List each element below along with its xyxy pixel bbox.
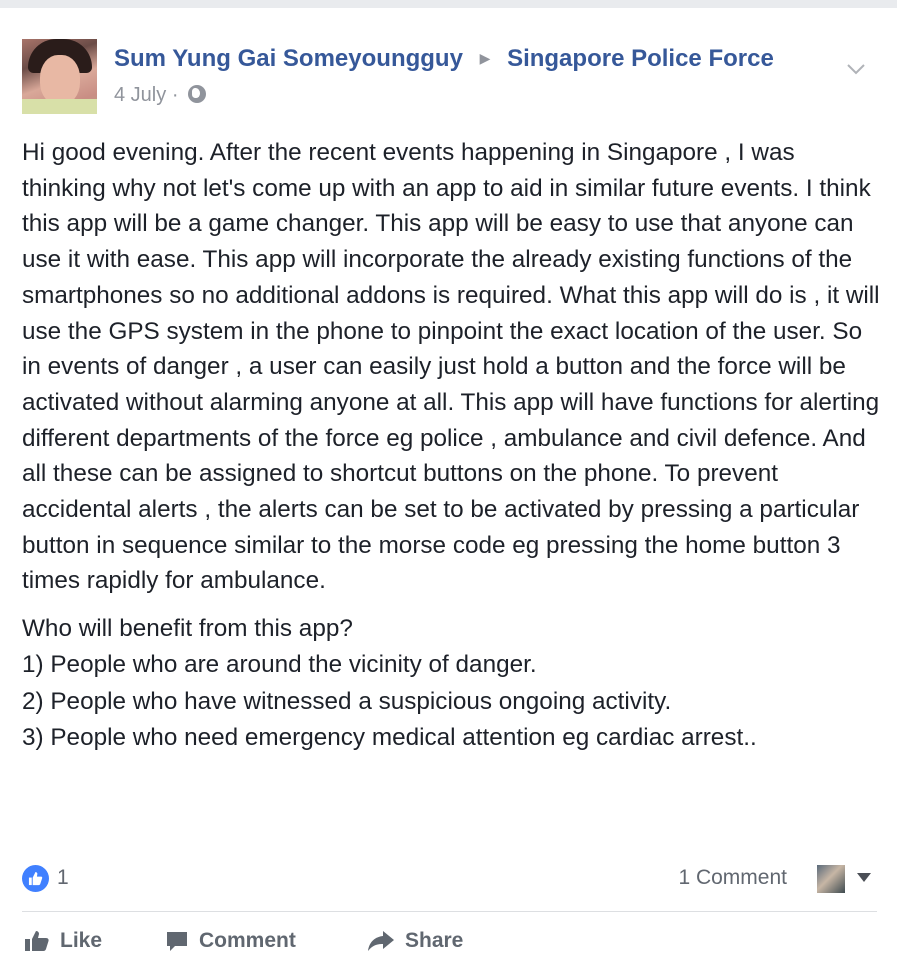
post-point: 1) People who are around the vicinity of… <box>22 651 537 679</box>
post-header: Sum Yung Gai Someyoungguy ▶ Singapore Po… <box>22 32 882 114</box>
avatar-shirt <box>22 99 97 114</box>
avatar-face <box>40 55 80 105</box>
like-count[interactable]: 1 <box>57 866 69 890</box>
like-label: Like <box>60 929 103 952</box>
like-button[interactable]: Like <box>24 923 102 959</box>
post-meta: 4 July · <box>114 83 207 107</box>
thumbs-up-icon <box>25 931 49 951</box>
share-label: Share <box>405 929 464 952</box>
share-arrow-icon <box>368 931 394 951</box>
post-actions: Like Comment Share <box>22 923 877 959</box>
globe-icon <box>188 85 207 103</box>
author-avatar[interactable] <box>22 39 97 114</box>
comment-count-link[interactable]: 1 Comment <box>678 866 787 890</box>
speech-bubble-icon <box>167 932 187 951</box>
post-card: Sum Yung Gai Someyoungguy ▶ Singapore Po… <box>0 0 897 960</box>
caret-down-icon[interactable] <box>857 873 871 882</box>
post-question: Who will benefit from this app? <box>22 615 353 643</box>
post-point: 2) People who have witnessed a suspiciou… <box>22 687 672 715</box>
target-page-link[interactable]: Singapore Police Force <box>507 45 774 72</box>
chevron-down-icon[interactable] <box>846 62 866 76</box>
right-triangle-icon: ▶ <box>479 50 491 66</box>
post-body: Hi good evening. After the recent events… <box>22 135 882 768</box>
like-badge-icon[interactable] <box>22 865 49 892</box>
post-names: Sum Yung Gai Someyoungguy ▶ Singapore Po… <box>114 45 774 73</box>
post-date-link[interactable]: 4 July <box>114 84 166 106</box>
meta-separator: · <box>171 84 179 106</box>
share-button[interactable]: Share <box>367 923 463 959</box>
post-stats: 1 1 Comment <box>22 863 877 895</box>
divider <box>22 911 877 912</box>
comment-button[interactable]: Comment <box>165 923 296 959</box>
post-paragraph: Hi good evening. After the recent events… <box>22 139 880 595</box>
post-question-block: Who will benefit from this app? 1) Peopl… <box>22 611 882 756</box>
thumbs-up-icon <box>28 871 43 886</box>
commenter-avatar[interactable] <box>817 865 845 893</box>
author-name-link[interactable]: Sum Yung Gai Someyoungguy <box>114 45 463 72</box>
post-point: 3) People who need emergency medical att… <box>22 724 757 752</box>
comment-label: Comment <box>199 929 296 952</box>
